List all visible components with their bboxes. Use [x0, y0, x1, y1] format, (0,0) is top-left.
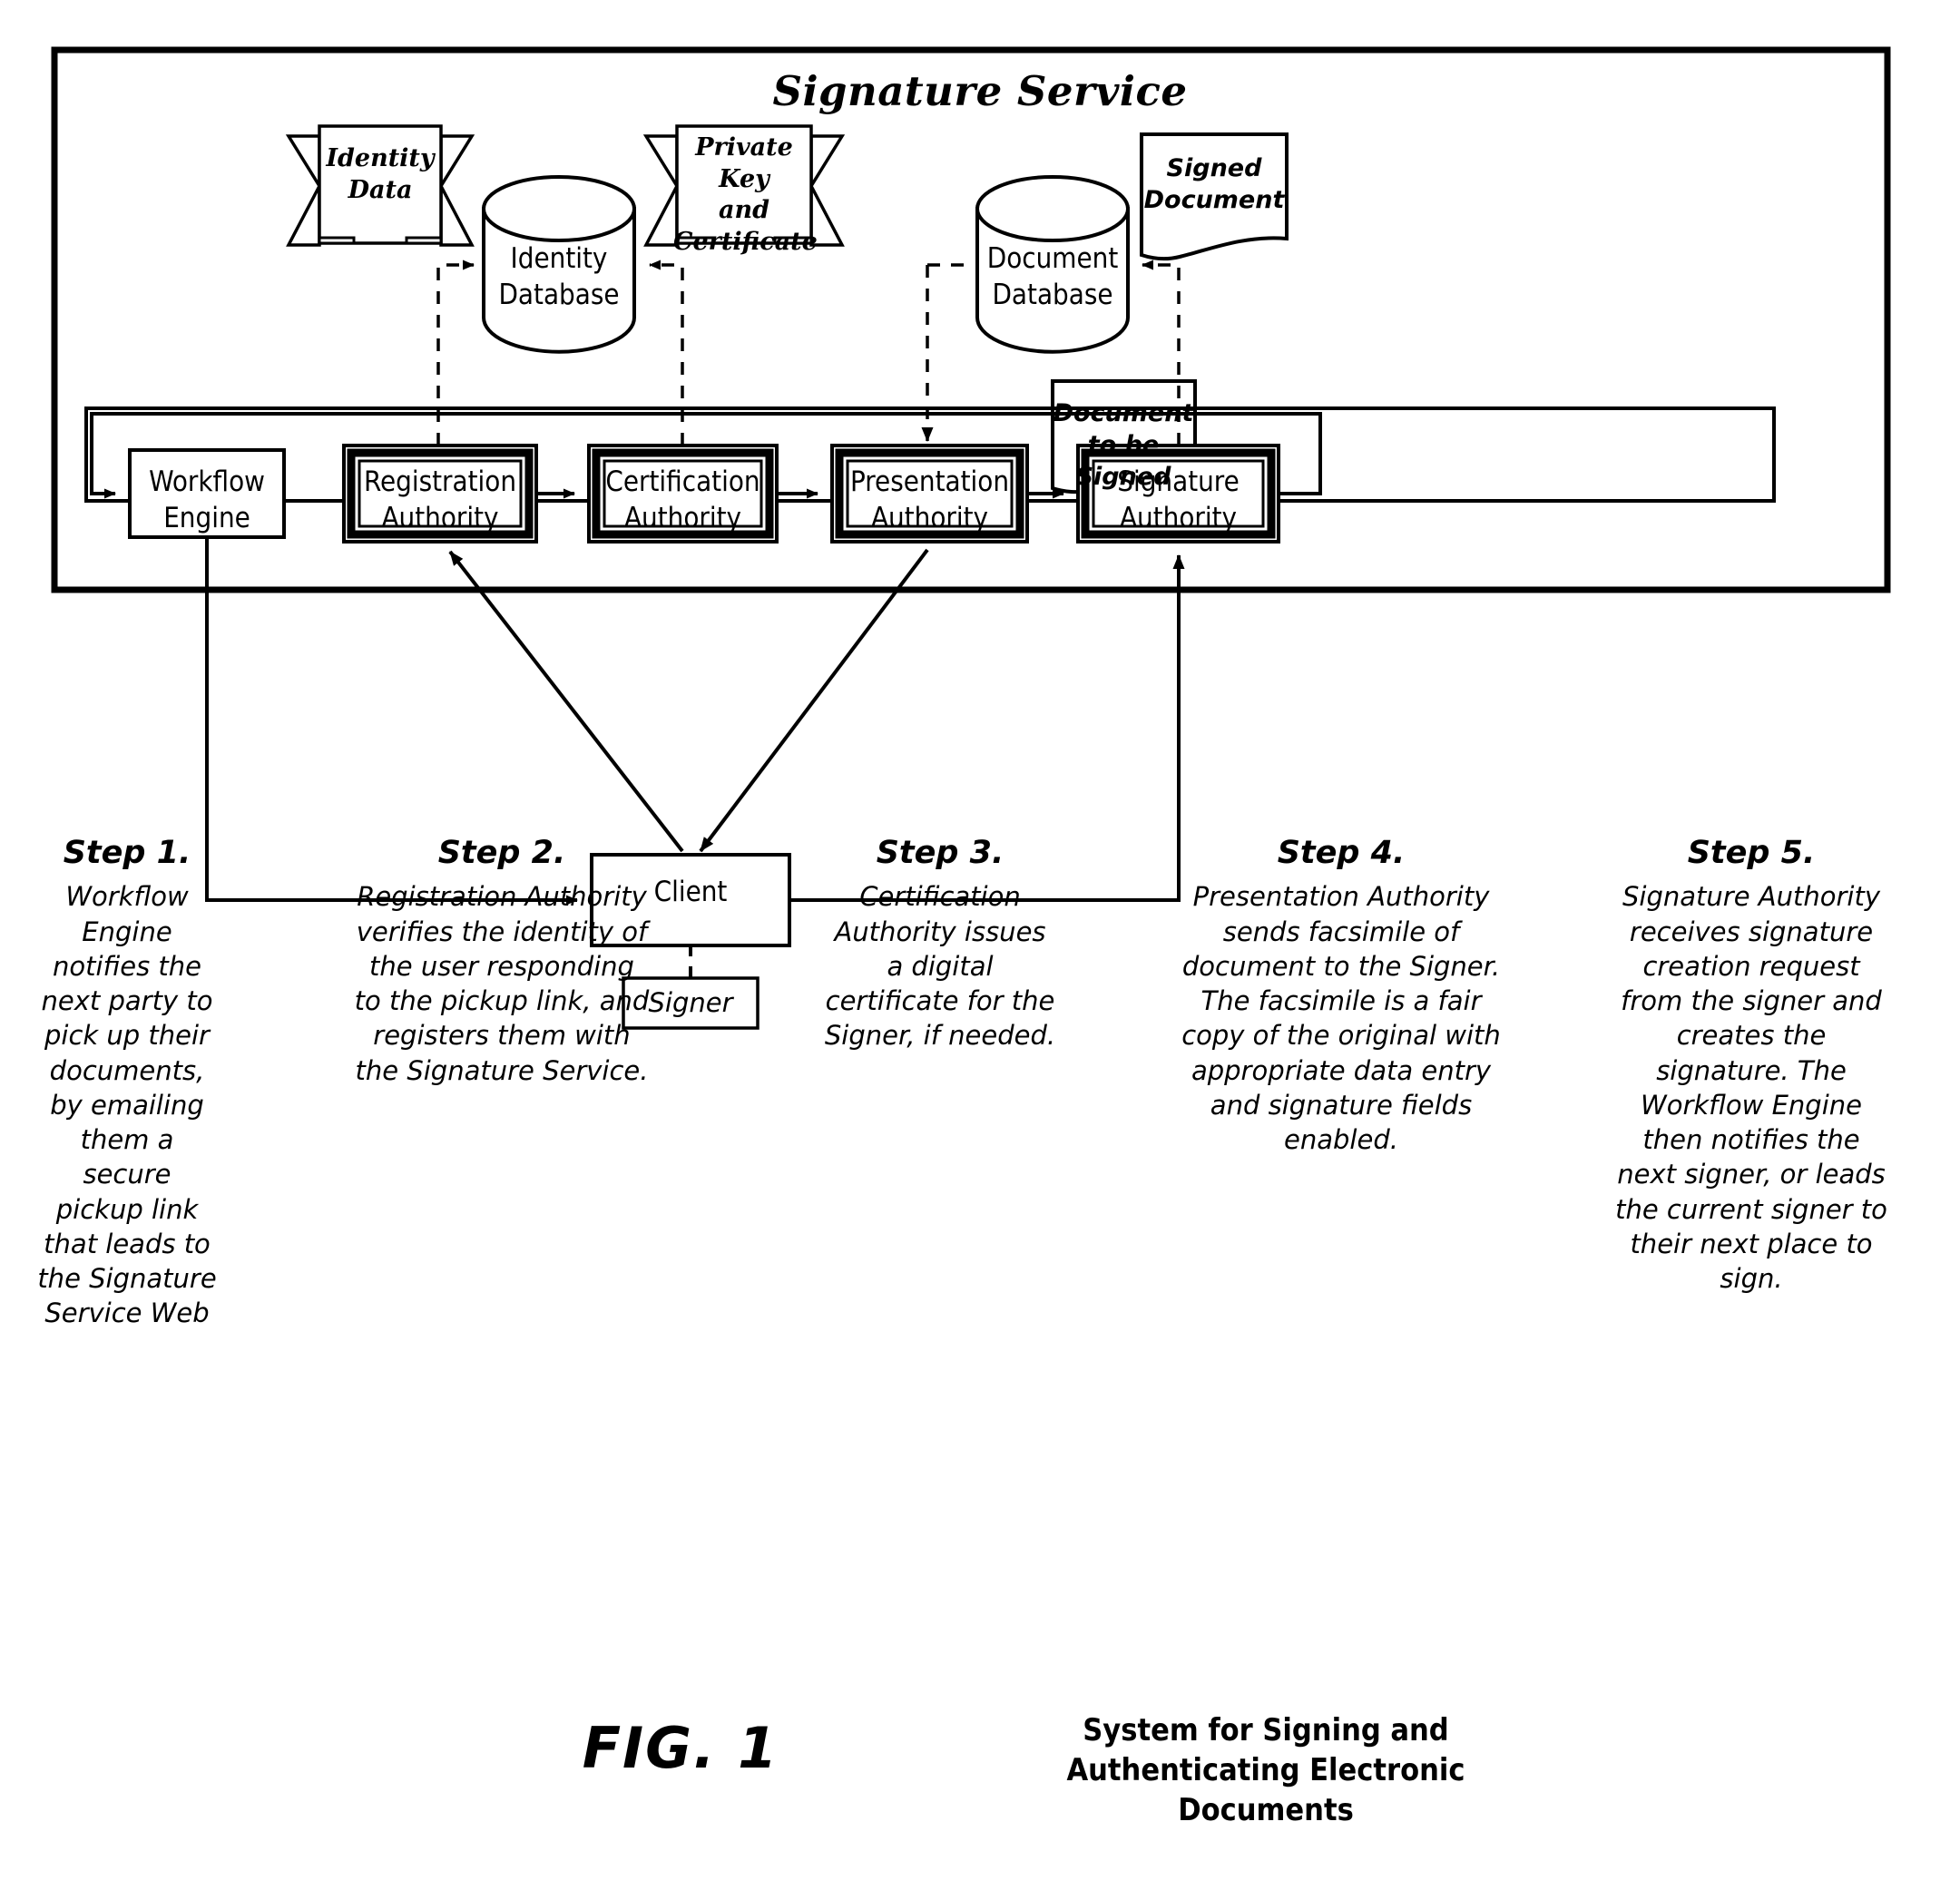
flow-registration-to-identity-db: [436, 260, 475, 446]
arrow-presentation-authority-to-client: [699, 548, 929, 853]
signer-box: [622, 976, 760, 1030]
arrow-client-to-signature-authority: [789, 554, 1185, 902]
registration-authority-box: [342, 444, 538, 544]
identity-data-banner-shape: [285, 124, 475, 247]
flow-certification-to-identity-db: [649, 260, 684, 446]
private-key-banner-shape: [642, 124, 846, 247]
client-box: [590, 853, 791, 947]
presentation-authority-box: [830, 444, 1029, 544]
signature-authority-box: [1076, 444, 1280, 544]
identity-database-shape: [482, 175, 636, 354]
diagram-vector-layer: [51, 46, 1891, 1030]
signed-document-shape: [1140, 132, 1289, 261]
figure-canvas: Signature Service Identity Data Private K…: [0, 0, 1960, 1900]
document-database-shape: [975, 175, 1130, 354]
workflow-engine-box: [128, 448, 286, 539]
arrow-client-to-registration-authority: [448, 550, 684, 853]
certification-authority-box: [587, 444, 779, 544]
